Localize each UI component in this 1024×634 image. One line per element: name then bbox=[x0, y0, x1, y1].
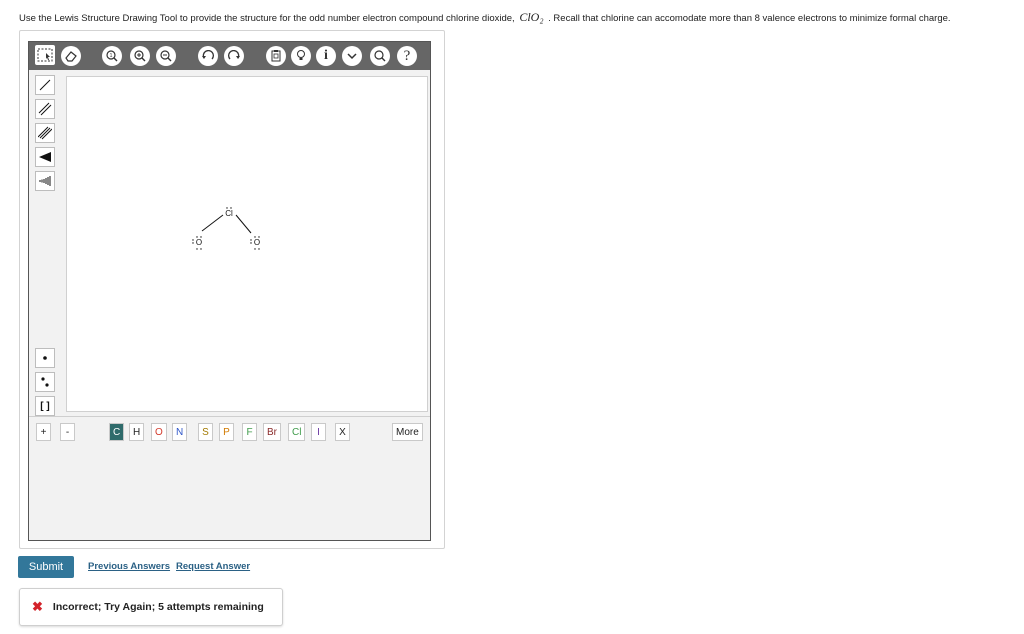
element-button-s[interactable]: S bbox=[198, 423, 213, 441]
bracket-tool[interactable]: [ ] bbox=[35, 396, 55, 416]
request-answer-link[interactable]: Request Answer bbox=[176, 561, 250, 572]
charge-plus-button[interactable]: + bbox=[36, 423, 51, 441]
double-bond-icon[interactable] bbox=[35, 99, 55, 119]
info-icon[interactable]: i bbox=[316, 46, 336, 66]
element-button-c[interactable]: C bbox=[109, 423, 125, 441]
zoom-in-icon[interactable] bbox=[130, 46, 150, 66]
search-molecule-icon[interactable] bbox=[370, 46, 390, 66]
previous-answers-link[interactable]: Previous Answers bbox=[88, 561, 170, 572]
bond-cl-o-right bbox=[235, 214, 252, 234]
select-tool-icon[interactable] bbox=[35, 45, 55, 65]
hash-bond-icon[interactable] bbox=[35, 171, 55, 191]
question-prompt: Use the Lewis Structure Drawing Tool to … bbox=[19, 10, 951, 25]
element-button-f[interactable]: F bbox=[242, 423, 257, 441]
element-button-h[interactable]: H bbox=[129, 423, 145, 441]
prompt-text-before: Use the Lewis Structure Drawing Tool to … bbox=[19, 13, 515, 24]
undo-icon[interactable] bbox=[198, 46, 218, 66]
drawing-tool: 1 i ? [] Cl O O + - C H O N S P F Br Cl… bbox=[28, 41, 431, 541]
more-elements-button[interactable]: More bbox=[392, 423, 423, 441]
lightbulb-icon[interactable] bbox=[291, 46, 311, 66]
top-toolbar: 1 i ? bbox=[29, 42, 430, 70]
submit-button[interactable]: Submit bbox=[18, 556, 74, 578]
charge-minus-button[interactable]: - bbox=[60, 423, 75, 441]
element-button-n[interactable]: N bbox=[172, 423, 188, 441]
atom-oxygen-right[interactable]: O bbox=[254, 238, 260, 247]
prompt-formula: ClO₂ bbox=[519, 10, 544, 24]
svg-text:1: 1 bbox=[110, 53, 113, 59]
element-button-cl[interactable]: Cl bbox=[288, 423, 306, 441]
help-icon[interactable]: ? bbox=[397, 46, 417, 66]
canvas-divider bbox=[29, 416, 430, 417]
clipboard-icon[interactable] bbox=[266, 46, 286, 66]
element-button-br[interactable]: Br bbox=[263, 423, 281, 441]
incorrect-icon: ✖ bbox=[32, 599, 43, 614]
wedge-bond-icon[interactable] bbox=[35, 147, 55, 167]
zoom-reset-icon[interactable]: 1 bbox=[102, 46, 122, 66]
atom-oxygen-left[interactable]: O bbox=[196, 238, 202, 247]
chevron-down-icon[interactable] bbox=[342, 46, 362, 66]
triple-bond-icon[interactable] bbox=[35, 123, 55, 143]
feedback-message: ✖ Incorrect; Try Again; 5 attempts remai… bbox=[19, 588, 283, 626]
element-button-o[interactable]: O bbox=[151, 423, 167, 441]
drawing-tool-frame: 1 i ? [] Cl O O + - C H O N S P F Br Cl… bbox=[19, 30, 445, 549]
radical-electron-icon[interactable] bbox=[35, 348, 55, 368]
single-bond-icon[interactable] bbox=[35, 75, 55, 95]
element-button-p[interactable]: P bbox=[219, 423, 234, 441]
zoom-out-icon[interactable] bbox=[156, 46, 176, 66]
molecule-drawing: Cl O O bbox=[192, 207, 260, 250]
bond-cl-o-left bbox=[201, 214, 224, 232]
drawing-canvas[interactable]: Cl O O bbox=[66, 76, 428, 412]
prompt-text-after: . Recall that chlorine can accomodate mo… bbox=[548, 13, 951, 24]
element-button-x[interactable]: X bbox=[335, 423, 350, 441]
lone-pair-icon[interactable] bbox=[35, 372, 55, 392]
element-button-i[interactable]: I bbox=[311, 423, 326, 441]
element-toolbar: + - C H O N S P F Br Cl I X More bbox=[29, 418, 430, 448]
redo-icon[interactable] bbox=[224, 46, 244, 66]
eraser-icon[interactable] bbox=[61, 46, 81, 66]
feedback-text: Incorrect; Try Again; 5 attempts remaini… bbox=[52, 601, 264, 613]
atom-chlorine[interactable]: Cl bbox=[225, 209, 233, 218]
